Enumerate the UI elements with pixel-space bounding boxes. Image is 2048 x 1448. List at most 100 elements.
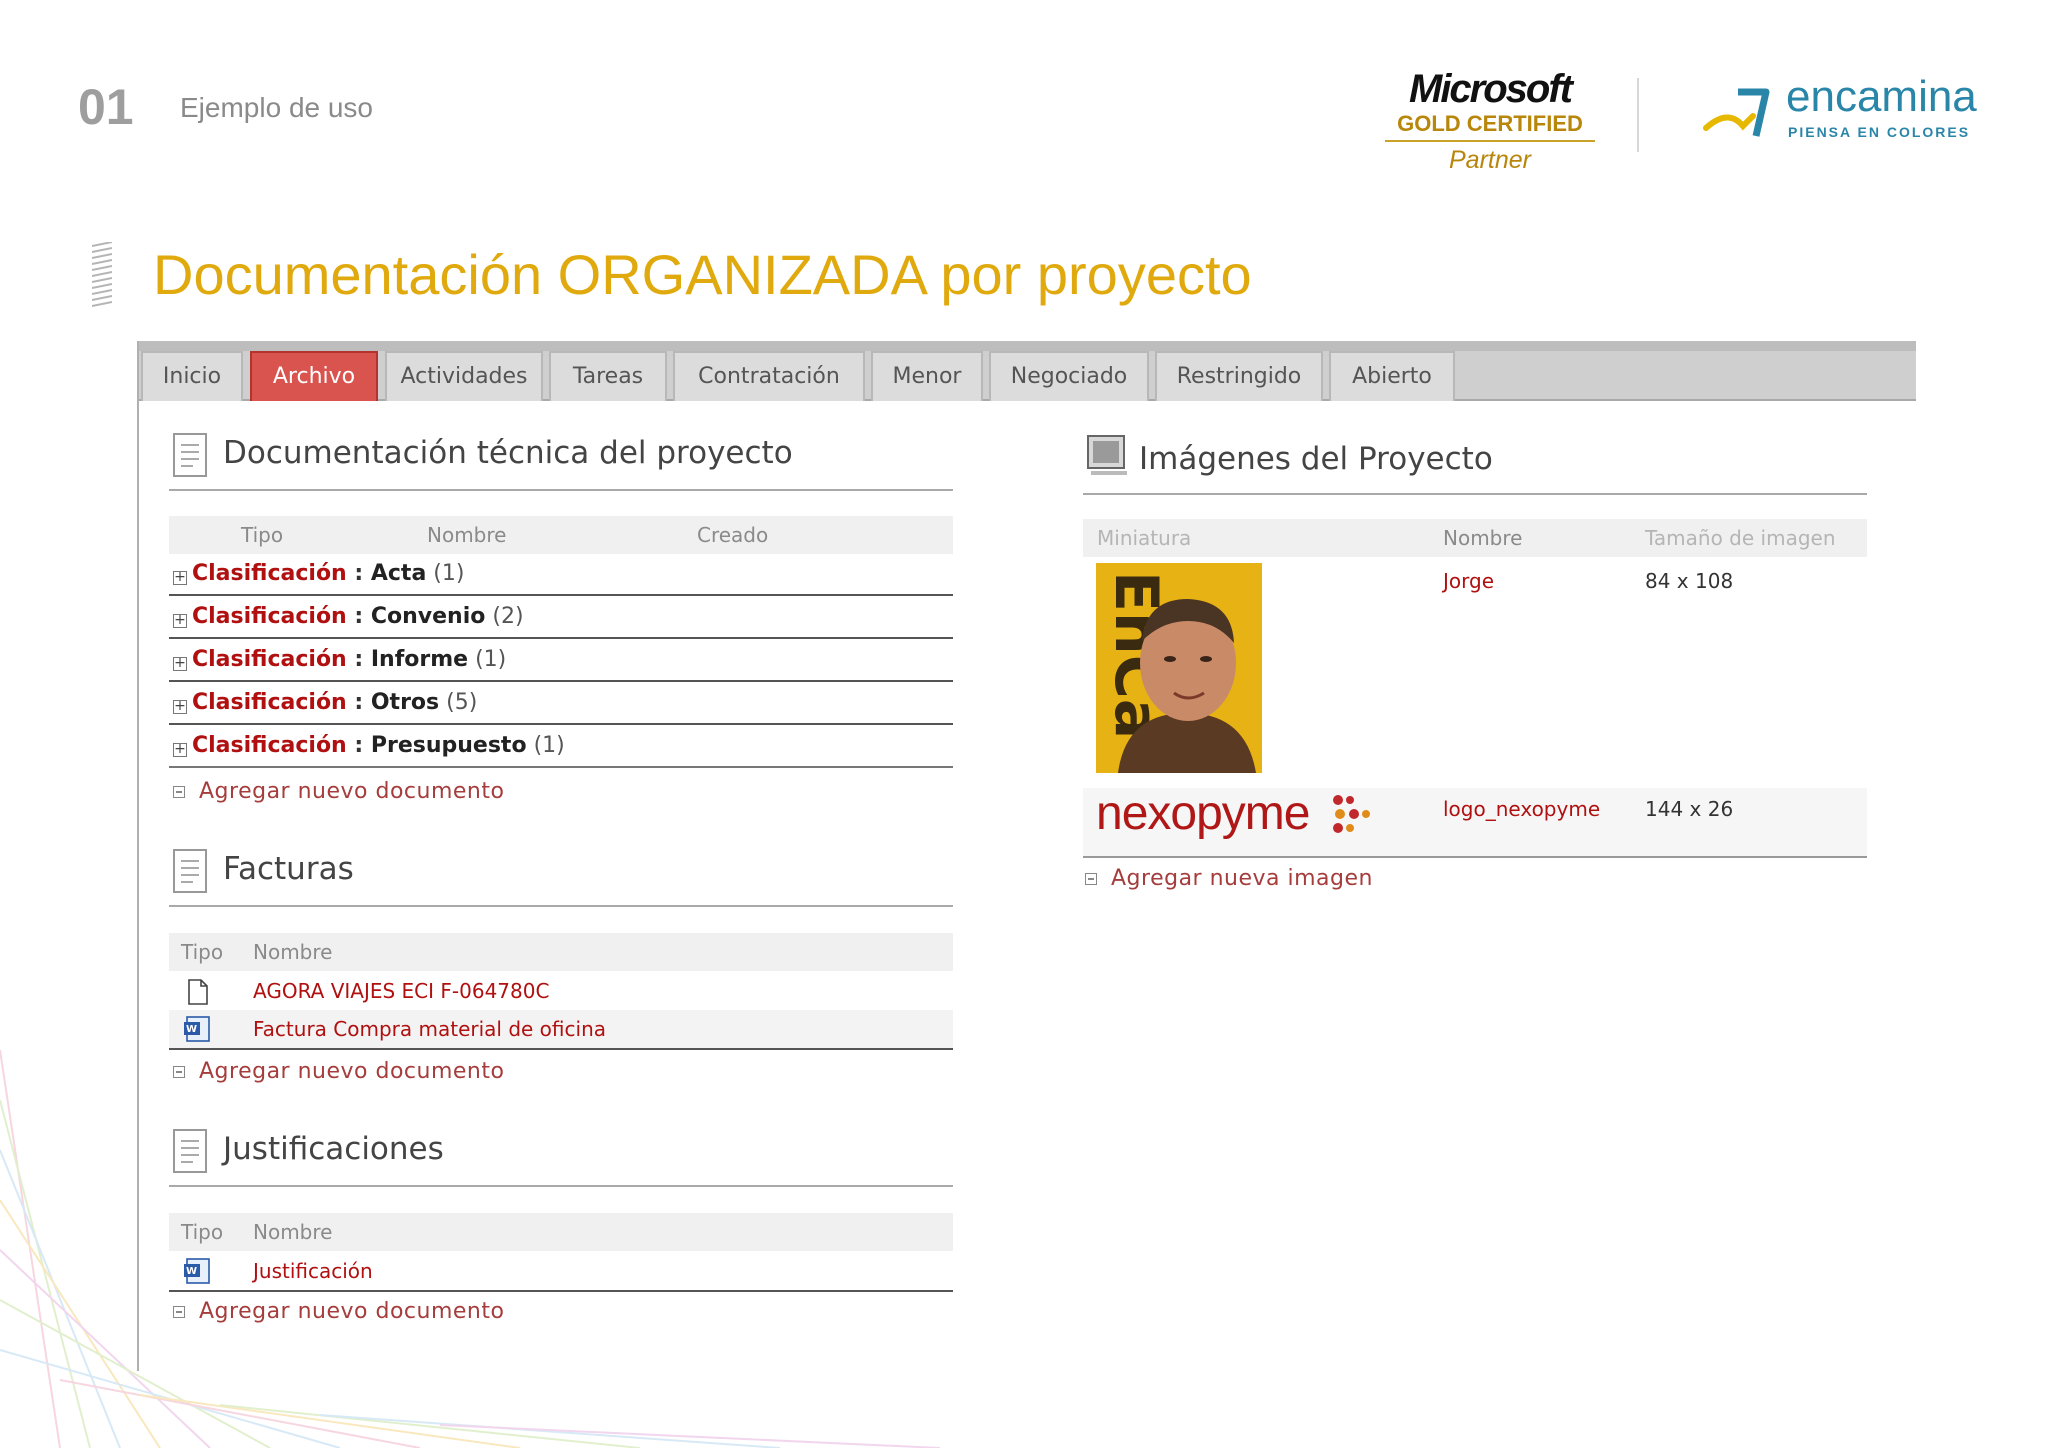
expand-icon[interactable]: + xyxy=(173,570,187,585)
group-value: Otros xyxy=(370,690,440,715)
slide-number: 01 xyxy=(78,79,134,135)
svg-text:W: W xyxy=(186,1266,197,1277)
add-document-label: Agregar nuevo documento xyxy=(199,1299,505,1324)
nexopyme-dots-icon xyxy=(1333,795,1370,833)
partner-text: Partner xyxy=(1449,146,1531,174)
nexopyme-logo[interactable]: nexopyme xyxy=(1096,786,1370,841)
imagenes-header: Imágenes del Proyecto xyxy=(1083,433,1867,495)
expand-icon[interactable]: + xyxy=(173,613,187,628)
encamina-arrow-icon xyxy=(1703,88,1770,137)
doc-tecnica-column-header: Tipo Nombre Creado xyxy=(169,516,953,554)
group-label: Clasificación xyxy=(192,690,347,715)
group-separator: : xyxy=(346,561,371,586)
list-item[interactable]: AGORA VIAJES ECI F-064780C xyxy=(169,972,953,1010)
expand-icon[interactable]: + xyxy=(173,742,187,757)
portrait-thumbnail[interactable]: EnCa xyxy=(1096,563,1262,773)
add-document-label: Agregar nuevo documento xyxy=(199,779,505,804)
gold-certified-text: GOLD CERTIFIED xyxy=(1385,110,1595,142)
image-name-link[interactable]: Jorge xyxy=(1443,569,1494,593)
imagenes-column-header: Miniatura Nombre Tamaño de imagen xyxy=(1083,519,1867,557)
add-document-link[interactable]: Agregar nuevo documento xyxy=(173,1059,504,1084)
word-doc-icon: W xyxy=(184,1258,210,1284)
group-row-presupuesto[interactable]: + Clasificación : Presupuesto (1) xyxy=(169,726,953,768)
col-nombre[interactable]: Nombre xyxy=(253,1213,332,1251)
group-count: (1) xyxy=(533,733,565,758)
group-label: Clasificación xyxy=(192,604,347,629)
group-value: Convenio xyxy=(370,604,486,629)
group-value: Acta xyxy=(370,561,427,586)
tab-inicio[interactable]: Inicio xyxy=(141,351,243,401)
group-separator: : xyxy=(346,690,371,715)
encamina-logo: encamina PIENSA EN COLORES xyxy=(1698,72,1978,148)
col-nombre[interactable]: Nombre xyxy=(427,516,506,554)
picture-library-icon xyxy=(1087,435,1127,475)
document-icon xyxy=(173,849,207,893)
add-bullet-icon xyxy=(173,786,185,798)
justificaciones-column-header: Tipo Nombre xyxy=(169,1213,953,1251)
slide-subtitle: Ejemplo de uso xyxy=(180,92,374,123)
list-item[interactable]: W Justificación xyxy=(169,1252,953,1292)
tab-restringido[interactable]: Restringido xyxy=(1155,351,1323,401)
expand-icon[interactable]: + xyxy=(173,699,187,714)
add-bullet-icon xyxy=(173,1066,185,1078)
group-row-informe[interactable]: + Clasificación : Informe (1) xyxy=(169,640,953,682)
group-count: (1) xyxy=(475,647,507,672)
doc-tecnica-header: Documentación técnica del proyecto xyxy=(169,431,953,491)
tab-bar: Inicio Archivo Actividades Tareas Contra… xyxy=(139,341,1916,401)
col-miniatura[interactable]: Miniatura xyxy=(1097,519,1191,557)
microsoft-gold-partner-logo: Microsoft GOLD CERTIFIED Partner xyxy=(1385,68,1595,178)
group-count: (1) xyxy=(433,561,465,586)
image-size: 144 x 26 xyxy=(1645,797,1734,821)
group-row-otros[interactable]: + Clasificación : Otros (5) xyxy=(169,683,953,725)
section-title: Facturas xyxy=(223,851,354,887)
group-label: Clasificación xyxy=(192,561,347,586)
microsoft-wordmark: Microsoft xyxy=(1409,67,1573,111)
col-tamano[interactable]: Tamaño de imagen xyxy=(1645,519,1836,557)
portrait-photo: EnCa xyxy=(1096,563,1262,773)
add-document-label: Agregar nuevo documento xyxy=(199,1059,505,1084)
nexopyme-wordmark: nexopyme xyxy=(1096,787,1310,840)
expand-icon[interactable]: + xyxy=(173,656,187,671)
facturas-column-header: Tipo Nombre xyxy=(169,933,953,971)
list-item[interactable]: W Factura Compra material de oficina xyxy=(169,1010,953,1050)
tab-actividades[interactable]: Actividades xyxy=(385,351,543,401)
col-nombre[interactable]: Nombre xyxy=(253,933,332,971)
tab-tareas[interactable]: Tareas xyxy=(549,351,667,401)
col-nombre[interactable]: Nombre xyxy=(1443,519,1522,557)
tab-archivo[interactable]: Archivo xyxy=(250,351,378,401)
col-tipo[interactable]: Tipo xyxy=(181,1213,223,1251)
tab-bar-shade xyxy=(139,341,1916,351)
image-name-link[interactable]: logo_nexopyme xyxy=(1443,797,1600,821)
group-row-convenio[interactable]: + Clasificación : Convenio (2) xyxy=(169,597,953,639)
logo-divider xyxy=(1637,78,1639,152)
item-name-link[interactable]: Justificación xyxy=(253,1252,373,1290)
word-doc-icon: W xyxy=(184,1016,210,1042)
section-title: Justificaciones xyxy=(223,1131,444,1167)
tab-menor[interactable]: Menor xyxy=(871,351,983,401)
add-document-link[interactable]: Agregar nuevo documento xyxy=(173,1299,504,1324)
project-site-screenshot: Inicio Archivo Actividades Tareas Contra… xyxy=(137,341,1916,1371)
document-icon xyxy=(173,1129,207,1173)
add-image-link[interactable]: Agregar nueva imagen xyxy=(1085,866,1373,891)
section-title: Documentación técnica del proyecto xyxy=(223,435,793,471)
group-value: Informe xyxy=(370,647,469,672)
add-document-link[interactable]: Agregar nuevo documento xyxy=(173,779,504,804)
group-separator: : xyxy=(346,733,371,758)
col-creado[interactable]: Creado xyxy=(697,516,768,554)
add-bullet-icon xyxy=(173,1306,185,1318)
generic-file-icon xyxy=(188,979,208,1005)
group-row-acta[interactable]: + Clasificación : Acta (1) xyxy=(169,554,953,596)
item-name-link[interactable]: Factura Compra material de oficina xyxy=(253,1010,606,1048)
image-size: 84 x 108 xyxy=(1645,569,1734,593)
group-count: (5) xyxy=(446,690,478,715)
item-name-link[interactable]: AGORA VIAJES ECI F-064780C xyxy=(253,972,549,1010)
group-label: Clasificación xyxy=(192,647,347,672)
tab-negociado[interactable]: Negociado xyxy=(989,351,1149,401)
tab-abierto[interactable]: Abierto xyxy=(1329,351,1455,401)
col-tipo[interactable]: Tipo xyxy=(241,516,283,554)
group-value: Presupuesto xyxy=(370,733,527,758)
encamina-wordmark: encamina xyxy=(1786,72,1977,121)
encamina-tagline: PIENSA EN COLORES xyxy=(1788,124,1971,140)
tab-contratacion[interactable]: Contratación xyxy=(673,351,865,401)
col-tipo[interactable]: Tipo xyxy=(181,933,223,971)
